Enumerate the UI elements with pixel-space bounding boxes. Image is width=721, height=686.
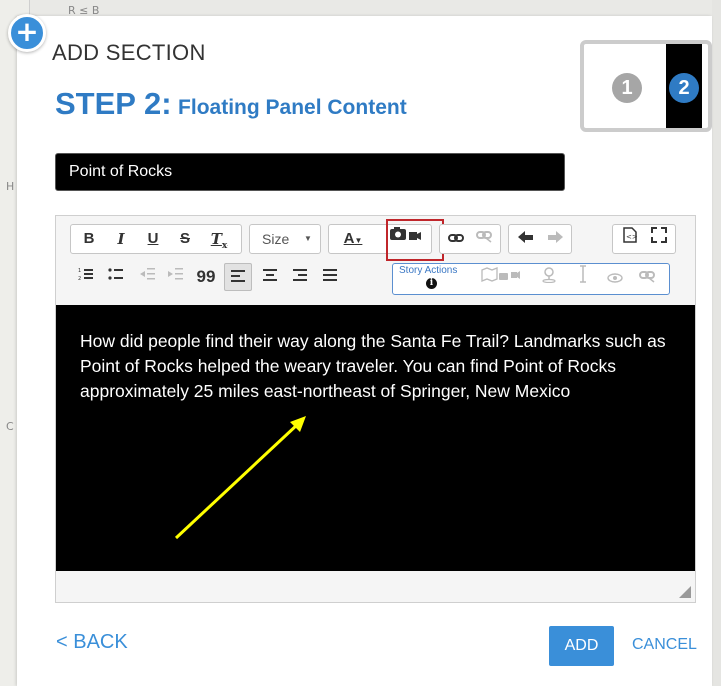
info-icon[interactable]: i [426,278,437,289]
step-subtitle: Floating Panel Content [178,96,407,119]
fullscreen-icon[interactable] [645,225,673,253]
font-size-label: Size [262,231,290,247]
redo-icon[interactable] [541,225,569,253]
dialog-title: ADD SECTION [52,40,206,65]
svg-text:<>: <> [626,233,637,241]
bullet-list-icon[interactable] [102,263,130,291]
indent-icon[interactable] [162,263,190,291]
italic-icon[interactable]: I [107,225,135,253]
locate-icon[interactable] [535,265,563,293]
chevron-down-icon: ▼ [304,234,312,243]
font-size-select[interactable]: Size ▼ [249,224,321,254]
add-button[interactable]: ADD [549,626,614,666]
align-center-icon[interactable] [256,263,284,291]
numbered-list-icon[interactable]: 12 [72,263,100,291]
undo-redo-group [508,224,572,254]
eye-icon[interactable] [601,265,629,293]
link-group [439,224,501,254]
svg-text:2: 2 [78,276,81,281]
cancel-button[interactable]: CANCEL [632,636,697,654]
bold-icon[interactable]: B [75,225,103,253]
rich-text-editor: B I U S Tx Size ▼ A▼ <> 1 2 99 Story Act… [55,215,696,603]
story-actions-group: Story Actions i [392,263,670,295]
document-group: <> [612,224,676,254]
map-label: H [6,180,15,193]
font-color-letter: A [343,230,355,247]
blockquote-icon[interactable]: 99 [192,263,220,291]
editor-content-area[interactable]: How did people find their way along the … [56,305,695,571]
story-actions-label[interactable]: Story Actions [399,265,457,276]
link-icon[interactable] [442,225,470,253]
editor-body-text: How did people find their way along the … [80,331,666,401]
source-icon[interactable]: <> [616,225,644,253]
strikethrough-icon[interactable]: S [171,225,199,253]
highlighted-media-button [386,219,444,261]
unlink-action-icon[interactable] [633,265,661,293]
step-1-circle[interactable]: 1 [612,73,642,103]
step-2-circle[interactable]: 2 [669,73,699,103]
undo-icon[interactable] [512,225,540,253]
height-icon[interactable] [569,265,597,293]
justify-icon[interactable] [316,263,344,291]
back-button[interactable]: < BACK [56,631,128,654]
step-indicator: 1 2 [580,40,712,132]
outdent-icon[interactable] [134,263,162,291]
step-heading: STEP 2: Floating Panel Content [55,86,407,122]
map-background-right [712,0,721,686]
add-section-plus-button[interactable]: + [8,14,46,52]
align-left-icon[interactable] [224,263,252,291]
map-media-icon[interactable] [479,265,523,293]
basic-styles-group: B I U S Tx [70,224,242,254]
annotation-arrow [174,416,306,540]
unlink-icon[interactable] [470,225,498,253]
panel-title-input[interactable]: Point of Rocks [55,153,565,191]
resize-grip-icon[interactable] [679,586,691,598]
clear-format-icon[interactable]: Tx [205,225,233,253]
align-right-icon[interactable] [286,263,314,291]
font-color-icon[interactable]: A▼ [335,225,371,253]
map-label: C [6,420,14,433]
underline-icon[interactable]: U [139,225,167,253]
svg-text:1: 1 [78,268,81,274]
step-number-label: STEP 2: [55,86,172,121]
